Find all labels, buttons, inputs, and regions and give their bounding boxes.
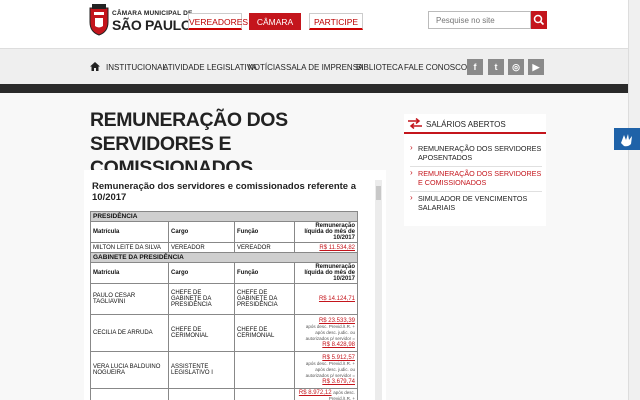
nav-fale-conosco[interactable]: FALE CONOSCO bbox=[404, 63, 467, 72]
cell-funcao: VEREADOR bbox=[234, 242, 295, 253]
page-scrollbar[interactable] bbox=[628, 0, 640, 400]
column-header: Remuneração líquida do mês de 10/2017 bbox=[294, 221, 358, 243]
section-row: GABINETE DA PRESIDÊNCIA bbox=[90, 252, 358, 263]
vereadores-button[interactable]: VEREADORES bbox=[188, 13, 248, 30]
cell-cargo: CHEFE DE GABINETE DA PRESIDÊNCIA bbox=[168, 283, 235, 315]
scrollbar-thumb[interactable] bbox=[376, 186, 381, 200]
salary-net-link[interactable]: R$ 3.679,74 bbox=[322, 379, 355, 385]
table-header-row: Matrícula Cargo Função Remuneração líqui… bbox=[90, 262, 358, 284]
sidebar-item-simulador[interactable]: SIMULADOR DE VENCIMENTOS SALARIAIS bbox=[418, 194, 546, 212]
logo-line2: SÃO PAULO bbox=[112, 17, 192, 33]
facebook-icon[interactable]: f bbox=[467, 59, 483, 75]
cell-funcao bbox=[234, 351, 295, 389]
column-header: Função bbox=[234, 221, 295, 243]
home-icon[interactable] bbox=[90, 62, 100, 71]
divider-strip bbox=[0, 84, 628, 93]
cell-cargo bbox=[168, 388, 235, 400]
sidebar-item-aposentados[interactable]: REMUNERAÇÃO DOS SERVIDORES APOSENTADOS bbox=[418, 144, 546, 162]
salary-link[interactable]: R$ 11.534,82 bbox=[319, 245, 355, 251]
sign-language-icon bbox=[621, 134, 632, 147]
salary-net-link[interactable]: R$ 8.428,98 bbox=[322, 342, 355, 348]
bullet-icon: › bbox=[410, 193, 413, 202]
cell-matricula: MILTON LEITE DA SILVA bbox=[90, 242, 169, 253]
table-row: R$ 8.972,12 após desc. Previd./I.R. + bbox=[90, 388, 358, 400]
salary-link[interactable]: R$ 14.124,71 bbox=[319, 296, 355, 302]
section-label: PRESIDÊNCIA bbox=[90, 211, 358, 222]
table-header-row: Matrícula Cargo Função Remuneração líqui… bbox=[90, 221, 358, 243]
cell-cargo: CHEFE DE CERIMONIAL bbox=[168, 314, 235, 352]
content-heading: Remuneração dos servidores e comissionad… bbox=[92, 181, 356, 203]
deduction-note: após desc. Previd./I.R. + após desc. jud… bbox=[305, 324, 355, 341]
table-row: VERA LUCIA BALDUINO NOGUEIRA ASSISTENTE … bbox=[90, 351, 358, 389]
cell-cargo: ASSISTENTE LEGISLATIVO I bbox=[168, 351, 235, 389]
column-header: Cargo bbox=[168, 262, 235, 284]
camara-button[interactable]: CÂMARA bbox=[249, 13, 301, 30]
sidebar-item-comissionados[interactable]: REMUNERAÇÃO DOS SERVIDORES E COMISSIONAD… bbox=[418, 169, 546, 187]
cell-matricula: CECILIA DE ARRUDA bbox=[90, 314, 169, 352]
bullet-icon: › bbox=[410, 143, 413, 152]
search-button[interactable] bbox=[531, 11, 547, 29]
arrows-exchange-icon bbox=[408, 118, 422, 129]
table-row: PAULO CESAR TAGLIAVINI CHEFE DE GABINETE… bbox=[90, 283, 358, 315]
column-header: Remuneração líquida do mês de 10/2017 bbox=[294, 262, 358, 284]
nav-sala-de-imprensa[interactable]: SALA DE IMPRENSA bbox=[286, 63, 363, 72]
camara-logo[interactable]: CÂMARA MUNICIPAL DE SÃO PAULO bbox=[88, 4, 192, 38]
divider bbox=[410, 191, 542, 192]
cell-funcao: CHEFE DE GABINETE DA PRESIDÊNCIA bbox=[234, 283, 295, 315]
twitter-icon[interactable]: t bbox=[488, 59, 504, 75]
participe-button[interactable]: PARTICIPE bbox=[309, 13, 363, 30]
cell-cargo: VEREADOR bbox=[168, 242, 235, 253]
column-header: Matrícula bbox=[90, 221, 169, 243]
cell-funcao: CHEFE DE CERIMONIAL bbox=[234, 314, 295, 352]
column-header: Função bbox=[234, 262, 295, 284]
logo-line1: CÂMARA MUNICIPAL DE bbox=[112, 10, 193, 17]
panel-scrollbar[interactable] bbox=[375, 180, 382, 400]
column-header: Cargo bbox=[168, 221, 235, 243]
instagram-icon[interactable]: ◎ bbox=[508, 59, 524, 75]
bullet-icon: › bbox=[410, 168, 413, 177]
sidebar-title: SALÁRIOS ABERTOS bbox=[426, 120, 506, 129]
top-header: CÂMARA MUNICIPAL DE SÃO PAULO VEREADORES… bbox=[0, 0, 628, 48]
nav-biblioteca[interactable]: BIBLIOTECA bbox=[356, 63, 403, 72]
nav-atividade-legislativa[interactable]: ATIVIDADE LEGISLATIVA bbox=[163, 63, 257, 72]
column-header: Matrícula bbox=[90, 262, 169, 284]
cell-matricula bbox=[90, 388, 169, 400]
table-row: MILTON LEITE DA SILVA VEREADOR VEREADOR … bbox=[90, 242, 358, 253]
search-icon bbox=[533, 14, 545, 26]
accessibility-widget[interactable] bbox=[614, 128, 640, 150]
cell-matricula: PAULO CESAR TAGLIAVINI bbox=[90, 283, 169, 315]
cell-funcao bbox=[234, 388, 295, 400]
search-input[interactable] bbox=[428, 11, 531, 29]
sao-paulo-seal-icon bbox=[89, 4, 109, 36]
deduction-note: após desc. Previd./I.R. + bbox=[328, 390, 355, 400]
salary-link[interactable]: R$ 8.972,12 bbox=[299, 390, 332, 396]
divider bbox=[410, 166, 542, 167]
nav-noticias[interactable]: NOTÍCIAS bbox=[248, 63, 286, 72]
remuneration-table: PRESIDÊNCIA Matrícula Cargo Função Remun… bbox=[90, 211, 358, 400]
youtube-icon[interactable]: ▶ bbox=[528, 59, 544, 75]
cell-matricula: VERA LUCIA BALDUINO NOGUEIRA bbox=[90, 351, 169, 389]
page: CÂMARA MUNICIPAL DE SÃO PAULO VEREADORES… bbox=[0, 0, 640, 400]
nav-institucional[interactable]: INSTITUCIONAL bbox=[106, 63, 167, 72]
section-label: GABINETE DA PRESIDÊNCIA bbox=[90, 252, 358, 263]
table-row: CECILIA DE ARRUDA CHEFE DE CERIMONIAL CH… bbox=[90, 314, 358, 352]
deduction-note: após desc. Previd./I.R. + após desc. jud… bbox=[305, 361, 355, 378]
section-row: PRESIDÊNCIA bbox=[90, 211, 358, 222]
